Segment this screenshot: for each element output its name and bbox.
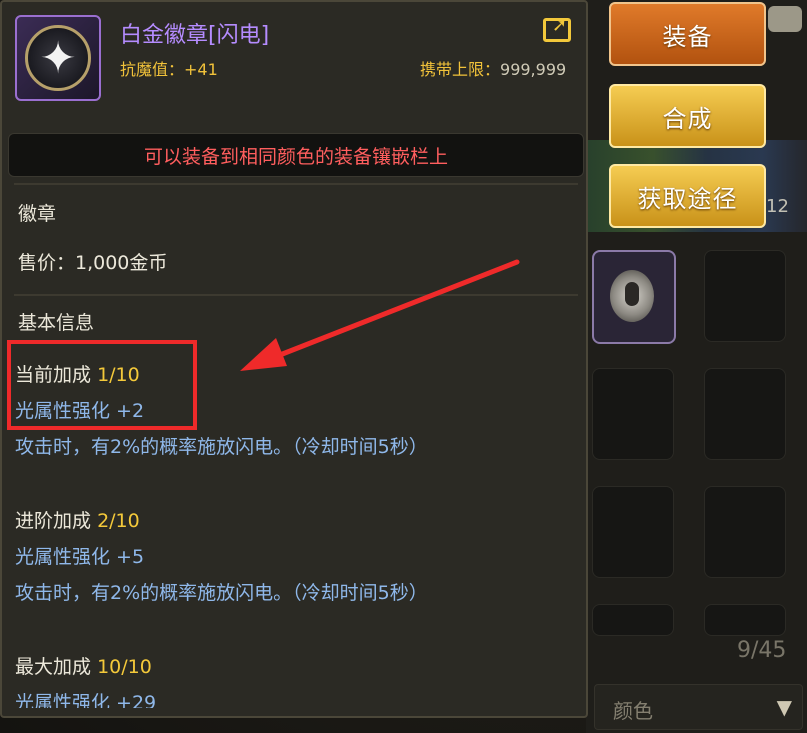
annotation-arrow — [240, 259, 520, 371]
